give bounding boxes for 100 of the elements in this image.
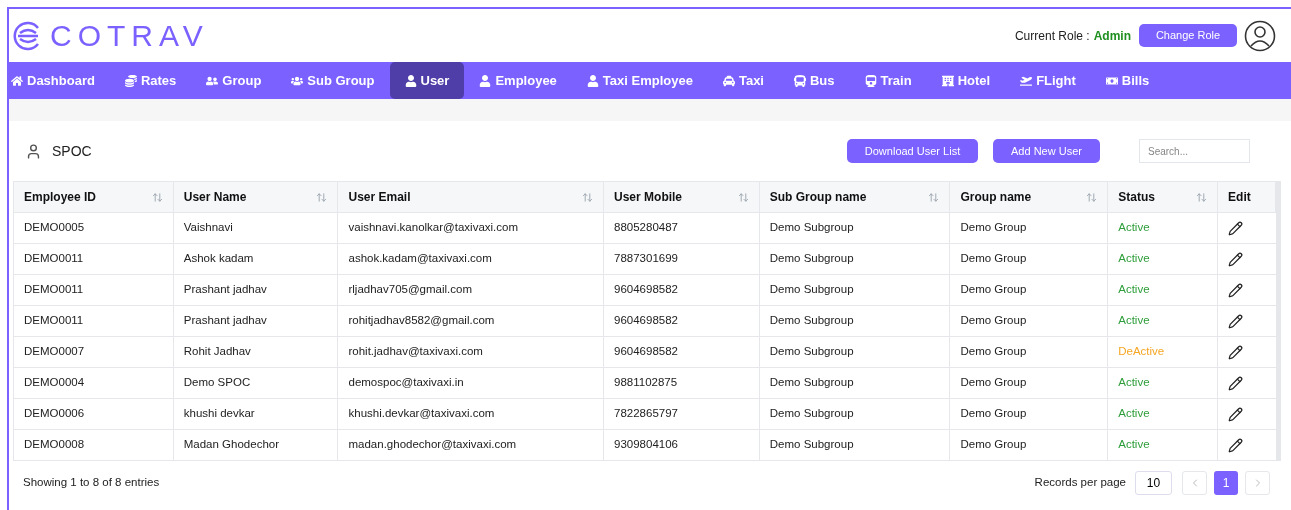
table-cell: Vaishnavi — [173, 213, 339, 243]
search-field[interactable]: Search... — [1139, 139, 1250, 163]
table-cell: DEMO0011 — [14, 275, 174, 305]
table-cell: 9881102875 — [604, 368, 760, 398]
table-cell: vaishnavi.kanolkar@taxivaxi.com — [338, 213, 605, 243]
table-cell: rohit.jadhav@taxivaxi.com — [338, 337, 605, 367]
table-cell: rljadhav705@gmail.com — [338, 275, 605, 305]
table-cell: DEMO0011 — [14, 306, 174, 336]
table-cell: ashok.kadam@taxivaxi.com — [338, 244, 605, 274]
table-cell: Demo Group — [950, 306, 1109, 336]
table-cell: 9604698582 — [604, 275, 760, 305]
column-header[interactable]: User Name — [173, 182, 339, 212]
user-icon — [25, 142, 42, 160]
user-icon — [479, 74, 492, 87]
table-cell: 8805280487 — [604, 213, 760, 243]
table-cell: demospoc@taxivaxi.in — [338, 368, 605, 398]
table-cell: DEMO0007 — [14, 337, 174, 367]
nav-tab[interactable]: Group — [191, 62, 277, 99]
nav-tab[interactable]: Sub Group — [276, 62, 390, 99]
table-cell: DEMO0005 — [14, 213, 174, 243]
column-header[interactable]: Sub Group name — [759, 182, 951, 212]
nav-tab[interactable]: Train — [849, 62, 927, 99]
table-cell: Prashant jadhav — [173, 275, 339, 305]
current-role-value: Admin — [1093, 27, 1131, 45]
edit-icon[interactable] — [1228, 251, 1244, 267]
table-cell: Demo Subgroup — [759, 430, 951, 460]
table-cell: khushi.devkar@taxivaxi.com — [338, 399, 605, 429]
status-text: Active — [1118, 313, 1150, 329]
column-header[interactable]: User Email — [338, 182, 605, 212]
edit-icon[interactable] — [1228, 220, 1244, 236]
table-cell: Demo Subgroup — [759, 368, 951, 398]
nav-tab[interactable]: Dashboard — [9, 62, 110, 99]
table-cell: Demo Group — [950, 430, 1109, 460]
status-text: Active — [1118, 220, 1150, 236]
nav-tab[interactable]: Taxi Employee — [571, 62, 708, 99]
current-role-label: Current Role : — [1014, 27, 1090, 45]
nav-tab[interactable]: Employee — [464, 62, 572, 99]
table-cell: 9309804106 — [604, 430, 760, 460]
nav-tab[interactable]: Taxi — [707, 62, 779, 99]
table-cell: Demo Subgroup — [759, 306, 951, 336]
page-button[interactable]: 1 — [1214, 471, 1238, 495]
table-cell: DEMO0008 — [14, 430, 174, 460]
nav-tab[interactable]: Hotel — [926, 62, 1006, 99]
edit-icon[interactable] — [1228, 313, 1244, 329]
table-cell: Ashok kadam — [173, 244, 339, 274]
table-cell: DEMO0004 — [14, 368, 174, 398]
taxi-icon — [722, 74, 735, 87]
table-cell: khushi devkar — [173, 399, 339, 429]
edit-icon[interactable] — [1228, 437, 1244, 453]
edit-icon[interactable] — [1228, 406, 1244, 422]
train-icon — [864, 74, 877, 87]
records-select[interactable]: 10 — [1135, 471, 1172, 495]
table-cell: Demo Group — [950, 337, 1109, 367]
people-icon — [291, 74, 304, 87]
home-icon — [11, 74, 23, 87]
table-cell: 7887301699 — [604, 244, 760, 274]
edit-icon[interactable] — [1228, 375, 1244, 391]
hotel-icon — [941, 74, 954, 87]
edit-icon[interactable] — [1228, 282, 1244, 298]
table-cell: Demo Subgroup — [759, 213, 951, 243]
table-cell: Demo Group — [950, 399, 1109, 429]
table-cell: Demo Group — [950, 244, 1109, 274]
column-header[interactable]: User Mobile — [604, 182, 760, 212]
table-cell: Demo Subgroup — [759, 399, 951, 429]
nav-tab[interactable]: FLight — [1005, 62, 1091, 99]
nav-tab[interactable]: Bills — [1090, 62, 1165, 99]
nav-tab[interactable]: Rates — [109, 62, 192, 99]
table-cell: Rohit Jadhav — [173, 337, 339, 367]
user-icon — [404, 74, 417, 87]
table-cell: Demo Group — [950, 275, 1109, 305]
nav-tab[interactable]: Bus — [779, 62, 850, 99]
table-cell: madan.ghodechor@taxivaxi.com — [338, 430, 605, 460]
status-text: Active — [1118, 375, 1150, 391]
column-header[interactable]: Group name — [950, 182, 1109, 212]
avatar-icon[interactable] — [1244, 19, 1276, 52]
table-cell: Prashant jadhav — [173, 306, 339, 336]
status-text: DeActive — [1118, 344, 1165, 360]
table-cell: Demo Group — [950, 213, 1109, 243]
edit-icon[interactable] — [1228, 344, 1244, 360]
table-cell: 9604698582 — [604, 337, 760, 367]
entries-summary: Showing 1 to 8 of 8 entries — [23, 475, 160, 491]
table-cell: Demo SPOC — [173, 368, 339, 398]
column-header[interactable]: Employee ID — [14, 182, 174, 212]
page-title: SPOC — [52, 141, 92, 161]
banknote-icon — [1105, 74, 1118, 87]
table-cell: rohitjadhav8582@gmail.com — [338, 306, 605, 336]
column-header[interactable]: Status — [1108, 182, 1219, 212]
table-cell: DEMO0006 — [14, 399, 174, 429]
logo-text: COTRAV — [50, 20, 209, 51]
status-text: Active — [1118, 282, 1150, 298]
table-cell: DEMO0011 — [14, 244, 174, 274]
change-role-button[interactable]: Change Role — [1139, 24, 1237, 47]
column-header[interactable]: Edit — [1218, 182, 1276, 212]
table-cell: 9604698582 — [604, 306, 760, 336]
nav-tab[interactable]: User — [389, 62, 465, 99]
status-text: Active — [1118, 437, 1150, 453]
status-text: Active — [1118, 251, 1150, 267]
download-button[interactable]: Download User List — [847, 139, 978, 163]
add-user-button[interactable]: Add New User — [993, 139, 1100, 163]
people-icon — [206, 74, 219, 87]
